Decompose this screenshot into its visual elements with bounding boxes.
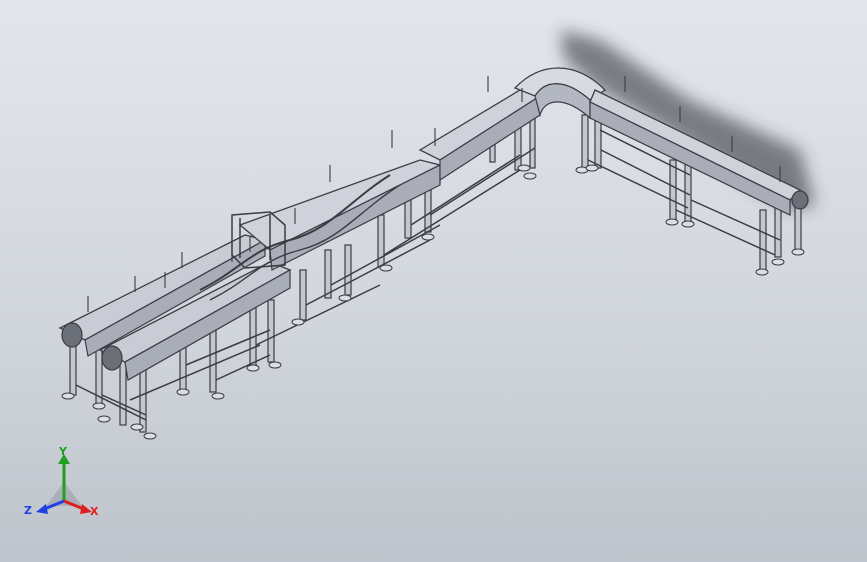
graphics-viewport[interactable]: Y Z X (0, 0, 867, 562)
coordinate-triad[interactable]: Y Z X (24, 446, 108, 526)
triad-z-label: Z (24, 504, 32, 517)
triad-y-label: Y (59, 445, 67, 458)
triad-x-label: X (90, 505, 99, 518)
conveyor-assembly-model[interactable] (0, 0, 867, 562)
